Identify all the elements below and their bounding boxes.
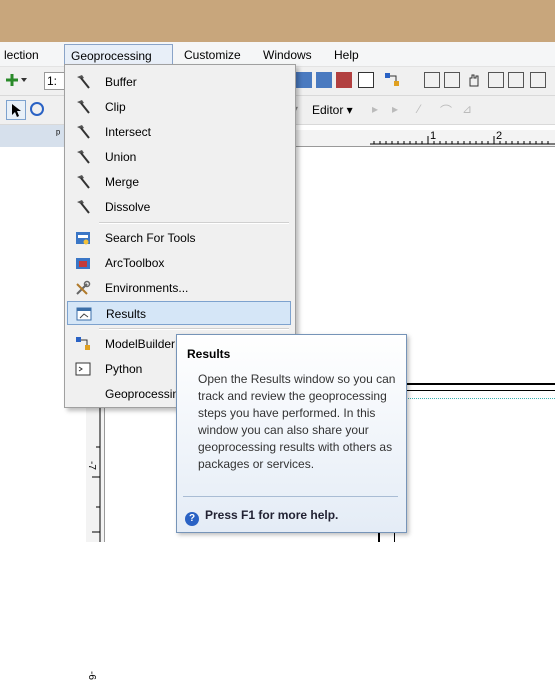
- menu-item-label: Dissolve: [105, 200, 151, 214]
- ruler-tick-2: 2: [496, 130, 503, 142]
- table-of-contents-header: ᵖ: [0, 125, 70, 148]
- menu-separator: [99, 222, 289, 224]
- tooltip-help: ? Press F1 for more help.: [185, 508, 338, 526]
- search-tools-icon: [75, 230, 91, 246]
- menu-item-label: Union: [105, 150, 137, 164]
- menu-item-label: ArcToolbox: [105, 256, 165, 270]
- menu-item-buffer[interactable]: Buffer: [67, 70, 291, 94]
- results-tooltip: Results Open the Results window so you c…: [176, 334, 407, 533]
- menu-item-environments[interactable]: Environments...: [67, 276, 291, 300]
- menu-item-label: ModelBuilder: [105, 337, 176, 351]
- menu-geoprocessing[interactable]: Geoprocessing: [64, 44, 173, 65]
- map-tool-icon[interactable]: [296, 72, 312, 88]
- select-elements-button[interactable]: [6, 100, 26, 120]
- edit-annotation-icon[interactable]: ▸: [392, 102, 398, 116]
- modelbuilder-icon[interactable]: [384, 72, 400, 88]
- menu-selection[interactable]: lection: [4, 46, 39, 64]
- zoom-out-icon[interactable]: [444, 72, 460, 88]
- menu-item-union[interactable]: Union: [67, 145, 291, 169]
- menu-item-label: Results: [106, 307, 147, 321]
- results-icon: [76, 306, 92, 322]
- menu-geoprocessing-label: Geoprocessing: [71, 49, 152, 63]
- menu-item-arctoolbox[interactable]: ArcToolbox: [67, 251, 291, 275]
- menu-item-label: Search For Tools: [105, 231, 196, 245]
- zoom-in-icon[interactable]: [424, 72, 440, 88]
- menu-item-label: Intersect: [105, 125, 152, 139]
- menu-help[interactable]: Help: [334, 46, 359, 64]
- menu-item-clip[interactable]: Clip: [67, 95, 291, 119]
- ruler-tick-1: 1: [430, 130, 437, 142]
- trace-icon[interactable]: ⌒: [440, 102, 452, 119]
- tooltip-separator: [183, 496, 398, 497]
- menu-separator: [99, 328, 289, 330]
- straight-segment-icon[interactable]: ⁄: [418, 102, 420, 116]
- horizontal-ruler: 1 2: [292, 130, 555, 147]
- modelbuilder-icon: [75, 336, 91, 352]
- wrench-hammer-icon: [75, 280, 91, 296]
- edit-tool-icon[interactable]: ▸: [372, 102, 378, 116]
- menu-item-intersect[interactable]: Intersect: [67, 120, 291, 144]
- full-extent-icon[interactable]: [488, 72, 504, 88]
- add-data-icon[interactable]: [6, 73, 28, 90]
- map-frame-inner-top: [404, 390, 555, 391]
- menu-item-dissolve[interactable]: Dissolve: [67, 195, 291, 219]
- menu-item-label: Environments...: [105, 281, 189, 295]
- hammer-icon: [75, 124, 91, 140]
- fixed-zoom-icon[interactable]: [508, 72, 524, 88]
- menu-item-label: Merge: [105, 175, 140, 189]
- hammer-icon: [75, 174, 91, 190]
- menu-item-label: Buffer: [105, 75, 137, 89]
- menu-item-results[interactable]: Results: [67, 301, 291, 325]
- python-window-icon[interactable]: [358, 72, 374, 88]
- menu-item-label: Python: [105, 362, 143, 376]
- menu-item-label: Geoprocessin: [105, 387, 180, 401]
- menu-item-label: Clip: [105, 100, 126, 114]
- window-titlebar: [0, 0, 555, 42]
- table-icon[interactable]: [316, 72, 332, 88]
- menu-item-search-for-tools[interactable]: Search For Tools: [67, 226, 291, 250]
- pin-icon[interactable]: ᵖ: [56, 128, 60, 140]
- python-window-icon: [75, 361, 91, 377]
- hammer-icon: [75, 74, 91, 90]
- tooltip-help-text: Press F1 for more help.: [205, 508, 339, 522]
- hammer-icon: [75, 99, 91, 115]
- hammer-icon: [75, 149, 91, 165]
- menu-customize[interactable]: Customize: [184, 46, 241, 64]
- hammer-icon: [75, 199, 91, 215]
- edit-vertices-icon[interactable]: ⊿: [462, 102, 472, 116]
- tooltip-title: Results: [187, 347, 231, 361]
- menu-item-merge[interactable]: Merge: [67, 170, 291, 194]
- pan-icon[interactable]: [466, 72, 482, 88]
- side-ruler-tick-7: -7: [86, 461, 97, 470]
- menu-windows[interactable]: Windows: [263, 46, 312, 64]
- help-icon: ?: [185, 512, 199, 526]
- map-frame-border-top: [404, 383, 555, 385]
- editor-menu[interactable]: Editor ▾: [312, 103, 353, 117]
- toolbox-icon[interactable]: [336, 72, 352, 88]
- side-ruler-tick-6: -6: [86, 671, 97, 680]
- toolbox-icon: [75, 255, 91, 271]
- tooltip-body: Open the Results window so you can track…: [198, 372, 396, 471]
- identify-icon[interactable]: [30, 102, 44, 116]
- back-extent-icon[interactable]: [530, 72, 546, 88]
